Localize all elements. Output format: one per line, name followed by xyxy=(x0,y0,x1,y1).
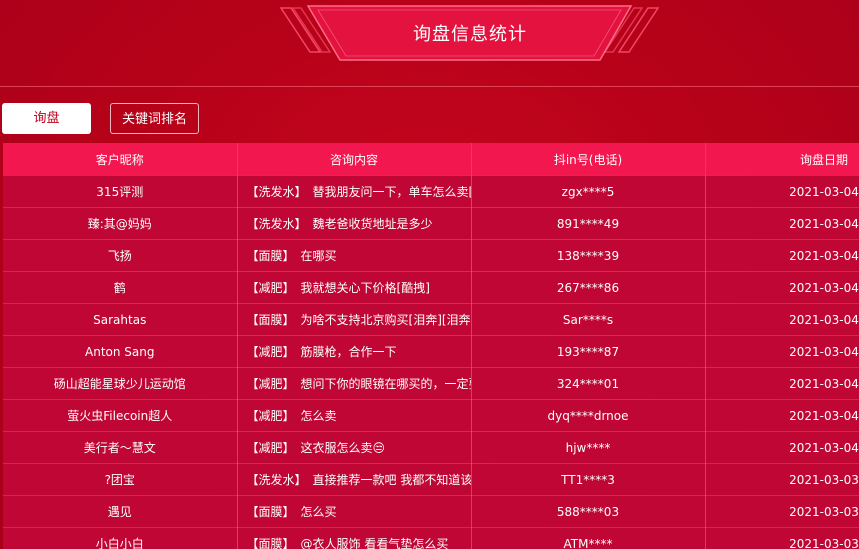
cell-tag: 【减肥】 xyxy=(246,441,295,455)
cell-content: 【减肥】 这衣服怎么卖😒 xyxy=(237,431,472,464)
title-banner: 询盘信息统计 xyxy=(0,0,859,90)
table-row: 遇见 【面膜】 怎么买 588****03 2021-03-03 xyxy=(3,495,859,528)
cell-content: 【减肥】 我就想关心下价格[酷拽] xyxy=(237,271,472,304)
cell-tag: 【减肥】 xyxy=(246,281,295,295)
table-row: 315评测 【洗发水】替我朋友问一下，单车怎么卖[微笑] zgx****5 20… xyxy=(3,175,859,208)
cell-nickname: Anton Sang xyxy=(3,335,238,368)
cell-date: 2021-03-04 xyxy=(705,271,859,304)
table-row: 臻:其@妈妈 【洗发水】 魏老爸收货地址是多少 891****49 2021-03… xyxy=(3,207,859,240)
table-row: ?团宝 【洗发水】直接推荐一款吧 我都不知道该怎么选 TT1****3 2021… xyxy=(3,463,859,496)
table-row: 萤火虫Filecoin超人 【减肥】 怎么卖 dyq****drnoe 2021-… xyxy=(3,399,859,432)
cell-content: 【面膜】 在哪买 xyxy=(237,239,472,272)
cell-date: 2021-03-03 xyxy=(705,495,859,528)
cell-nickname: 萤火虫Filecoin超人 xyxy=(3,399,238,432)
inquiry-table: 客户昵称 咨询内容 抖in号(电话) 询盘日期 315评测 【洗发水】 替我朋友问… xyxy=(3,143,859,549)
cell-tag: 【减肥】 xyxy=(246,345,295,359)
cell-phone: 588****03 xyxy=(471,495,706,528)
cell-message: 替我朋友问一下，单车怎么卖[微笑] xyxy=(312,185,470,199)
cell-date: 2021-03-04 xyxy=(705,367,859,400)
cell-date: 2021-03-04 xyxy=(705,175,859,208)
cell-phone: Sar****s xyxy=(471,303,706,336)
table-row: 小白小白 【面膜】 @衣人服饰 看看气垫怎么买 ATM**** 2021-03-0… xyxy=(3,527,859,549)
cell-phone: dyq****drnoe xyxy=(471,399,706,432)
cell-phone: zgx****5 xyxy=(471,175,706,208)
cell-nickname: 小白小白 xyxy=(3,527,238,549)
cell-nickname: 315评测 xyxy=(3,175,238,208)
cell-phone: 193****87 xyxy=(471,335,706,368)
cell-message: 怎么买 xyxy=(300,505,337,519)
cell-date: 2021-03-04 xyxy=(705,239,859,272)
cell-tag: 【面膜】 xyxy=(246,249,295,263)
cell-nickname: 美行者～慧文 xyxy=(3,431,238,464)
cell-message: 这衣服怎么卖😒 xyxy=(300,441,386,455)
table-header-row: 客户昵称 咨询内容 抖in号(电话) 询盘日期 xyxy=(3,143,859,176)
cell-date: 2021-03-04 xyxy=(705,431,859,464)
cell-message: @衣人服饰 看看气垫怎么买 xyxy=(300,537,449,549)
tab-inquiry[interactable]: 询盘 xyxy=(2,103,91,134)
cell-nickname: 飞扬 xyxy=(3,239,238,272)
cell-content: 【减肥】 怎么卖 xyxy=(237,399,472,432)
cell-tag: 【减肥】 xyxy=(246,377,295,391)
cell-date: 2021-03-04 xyxy=(705,335,859,368)
column-header-phone: 抖in号(电话) xyxy=(471,143,706,176)
cell-message: 想问下你的眼镜在哪买的，一定要告诉我 xyxy=(300,377,470,391)
cell-phone: hjw**** xyxy=(471,431,706,464)
cell-phone: 891****49 xyxy=(471,207,706,240)
cell-tag: 【洗发水】 xyxy=(246,473,307,487)
column-header-content: 咨询内容 xyxy=(237,143,472,176)
cell-message: 我就想关心下价格[酷拽] xyxy=(300,281,430,295)
cell-phone: 267****86 xyxy=(471,271,706,304)
cell-content: 【面膜】 怎么买 xyxy=(237,495,472,528)
cell-nickname: ?团宝 xyxy=(3,463,238,496)
cell-content: 【洗发水】直接推荐一款吧 我都不知道该怎么选 xyxy=(237,463,472,496)
cell-date: 2021-03-04 xyxy=(705,207,859,240)
tab-keyword-ranking[interactable]: 关键词排名 xyxy=(110,103,199,134)
cell-nickname: 臻:其@妈妈 xyxy=(3,207,238,240)
table-row: 飞扬 【面膜】 在哪买 138****39 2021-03-04 xyxy=(3,239,859,272)
cell-phone: TT1****3 xyxy=(471,463,706,496)
page-title: 询盘信息统计 xyxy=(413,24,527,45)
table-row: Anton Sang 【减肥】 筋膜枪，合作一下 193****87 2021-0… xyxy=(3,335,859,368)
cell-phone: 138****39 xyxy=(471,239,706,272)
cell-message: 筋膜枪，合作一下 xyxy=(300,345,397,359)
cell-content: 【洗发水】 魏老爸收货地址是多少 xyxy=(237,207,472,240)
column-header-nickname: 客户昵称 xyxy=(3,143,238,176)
cell-tag: 【面膜】 xyxy=(246,537,295,549)
cell-message: 魏老爸收货地址是多少 xyxy=(312,217,433,231)
cell-tag: 【减肥】 xyxy=(246,409,295,423)
cell-nickname: Sarahtas xyxy=(3,303,238,336)
cell-message: 直接推荐一款吧 我都不知道该怎么选 xyxy=(312,473,471,487)
cell-content: 【减肥】想问下你的眼镜在哪买的，一定要告诉我 xyxy=(237,367,472,400)
cell-message: 在哪买 xyxy=(300,249,337,263)
cell-date: 2021-03-04 xyxy=(705,303,859,336)
table-row: 鹤 【减肥】 我就想关心下价格[酷拽] 267****86 2021-03-04 xyxy=(3,271,859,304)
cell-tag: 【洗发水】 xyxy=(246,185,307,199)
cell-phone: 324****01 xyxy=(471,367,706,400)
cell-date: 2021-03-03 xyxy=(705,463,859,496)
cell-content: 【面膜】为啥不支持北京购买[泪奔][泪奔][泪奔] xyxy=(237,303,472,336)
cell-nickname: 砀山超能星球少儿运动馆 xyxy=(3,367,238,400)
cell-tag: 【洗发水】 xyxy=(246,217,307,231)
inquiry-table-container[interactable]: 客户昵称 咨询内容 抖in号(电话) 询盘日期 315评测 【洗发水】 替我朋友问… xyxy=(3,143,859,549)
cell-tag: 【面膜】 xyxy=(246,313,295,327)
cell-date: 2021-03-03 xyxy=(705,527,859,549)
cell-content: 【减肥】 筋膜枪，合作一下 xyxy=(237,335,472,368)
header-divider xyxy=(0,86,859,87)
cell-message: 怎么卖 xyxy=(300,409,337,423)
cell-date: 2021-03-04 xyxy=(705,399,859,432)
cell-nickname: 遇见 xyxy=(3,495,238,528)
cell-message: 为啥不支持北京购买[泪奔][泪奔][泪奔] xyxy=(300,313,471,327)
cell-content: 【洗发水】替我朋友问一下，单车怎么卖[微笑] xyxy=(237,175,472,208)
table-row: Sarahtas 【面膜】为啥不支持北京购买[泪奔][泪奔][泪奔] Sar**… xyxy=(3,303,859,336)
cell-phone: ATM**** xyxy=(471,527,706,549)
cell-tag: 【面膜】 xyxy=(246,505,295,519)
table-row: 砀山超能星球少儿运动馆 【减肥】想问下你的眼镜在哪买的，一定要告诉我 324**… xyxy=(3,367,859,400)
cell-nickname: 鹤 xyxy=(3,271,238,304)
cell-content: 【面膜】 @衣人服饰 看看气垫怎么买 xyxy=(237,527,472,549)
table-row: 美行者～慧文 【减肥】 这衣服怎么卖😒 hjw**** 2021-03-04 xyxy=(3,431,859,464)
column-header-date: 询盘日期 xyxy=(705,143,859,176)
